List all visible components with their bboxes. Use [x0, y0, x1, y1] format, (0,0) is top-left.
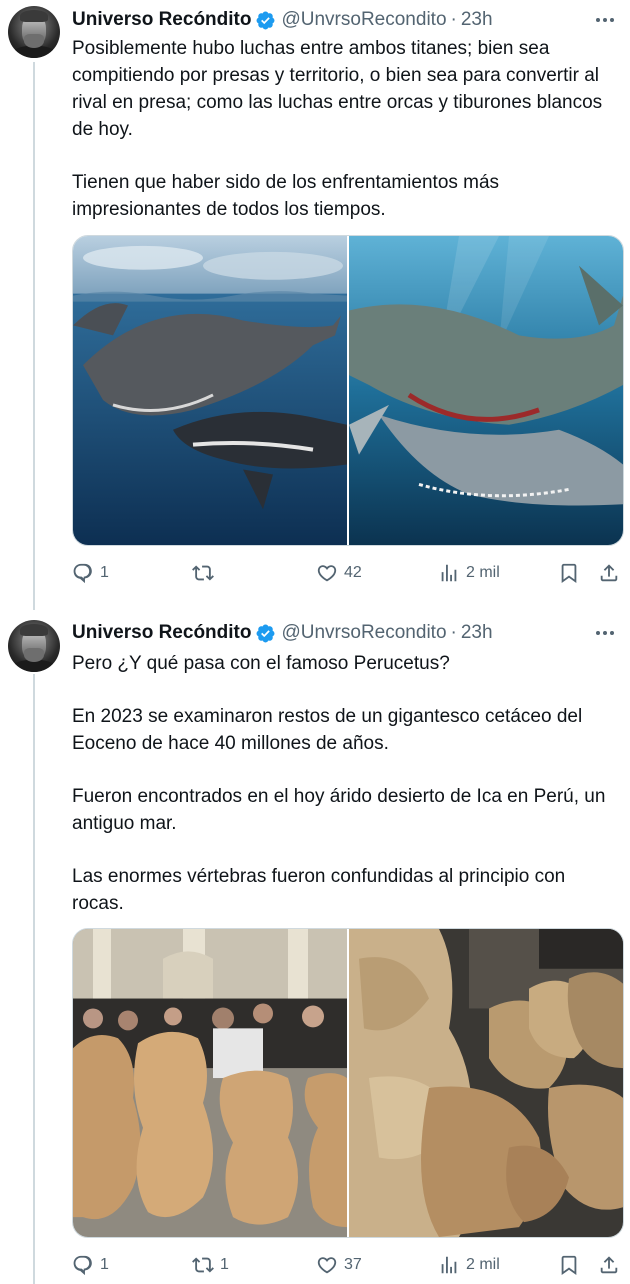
tweet[interactable]: Universo Recóndito @UnvrsoRecondito · 23… — [0, 0, 630, 612]
retweet-icon — [192, 1257, 214, 1273]
views-icon — [441, 1256, 457, 1274]
verified-badge-icon — [257, 11, 275, 29]
retweet-button[interactable] — [192, 562, 220, 584]
separator-dot: · — [450, 9, 457, 30]
tweet-text: Pero ¿Y qué pasa con el famoso Perucetus… — [72, 650, 622, 917]
avatar[interactable] — [8, 620, 60, 672]
avatar[interactable] — [8, 6, 60, 58]
views-icon — [441, 564, 457, 582]
tweet-actions: 1 1 37 2 mil — [72, 1254, 624, 1282]
tweet-header: Universo Recóndito @UnvrsoRecondito · 23… — [72, 8, 493, 32]
views-button[interactable]: 2 mil — [438, 1254, 500, 1276]
share-button[interactable] — [598, 562, 620, 584]
media-image-fossil-press[interactable] — [73, 929, 347, 1237]
tweet-paragraph: Pero ¿Y qué pasa con el famoso Perucetus… — [72, 653, 450, 674]
bookmark-icon — [561, 1255, 577, 1276]
media-image-shark[interactable] — [349, 236, 623, 545]
views-button[interactable]: 2 mil — [438, 562, 500, 584]
media-image-vertebrae[interactable] — [349, 929, 623, 1237]
author-handle[interactable]: @UnvrsoRecondito — [281, 9, 446, 31]
separator-dot: · — [450, 622, 457, 643]
tweet-text: Posiblemente hubo luchas entre ambos tit… — [72, 35, 622, 223]
views-count: 2 mil — [466, 564, 500, 581]
like-icon — [317, 565, 337, 582]
tweet-header: Universo Recóndito @UnvrsoRecondito · 23… — [72, 621, 493, 645]
reply-icon — [73, 563, 92, 584]
tweet-paragraph: Las enormes vértebras fueron confundidas… — [72, 866, 566, 914]
tweet-actions: 1 42 2 mil — [72, 562, 624, 590]
bookmark-button[interactable] — [558, 1254, 580, 1276]
share-button[interactable] — [598, 1254, 620, 1276]
verified-badge-icon — [257, 624, 275, 642]
author-handle[interactable]: @UnvrsoRecondito — [281, 622, 446, 644]
like-count: 37 — [344, 1256, 362, 1273]
retweet-count: 1 — [220, 1256, 229, 1273]
tweet-paragraph: Fueron encontrados en el hoy árido desie… — [72, 786, 606, 834]
media-image-whales[interactable] — [73, 236, 347, 545]
like-count: 42 — [344, 564, 362, 581]
retweet-icon — [192, 565, 214, 581]
reply-button[interactable]: 1 — [72, 1254, 109, 1276]
tweet-paragraph: En 2023 se examinaron restos de un gigan… — [72, 706, 583, 754]
like-button[interactable]: 37 — [316, 1254, 362, 1276]
timestamp[interactable]: 23h — [461, 9, 493, 31]
author-name[interactable]: Universo Recóndito — [72, 9, 251, 31]
retweet-button[interactable]: 1 — [192, 1254, 229, 1276]
timestamp[interactable]: 23h — [461, 622, 493, 644]
media-grid — [72, 235, 624, 546]
tweet[interactable]: Universo Recóndito @UnvrsoRecondito · 23… — [0, 612, 630, 1284]
like-icon — [317, 1257, 337, 1274]
author-name[interactable]: Universo Recóndito — [72, 622, 251, 644]
reply-count: 1 — [100, 564, 109, 581]
media-grid — [72, 928, 624, 1238]
reply-count: 1 — [100, 1256, 109, 1273]
more-icon[interactable] — [592, 621, 618, 645]
share-icon — [600, 564, 618, 582]
bookmark-icon — [561, 563, 577, 584]
reply-icon — [73, 1255, 92, 1276]
views-count: 2 mil — [466, 1256, 500, 1273]
more-icon[interactable] — [592, 8, 618, 32]
reply-button[interactable]: 1 — [72, 562, 109, 584]
share-icon — [600, 1256, 618, 1274]
tweet-paragraph: Posiblemente hubo luchas entre ambos tit… — [72, 38, 603, 140]
bookmark-button[interactable] — [558, 562, 580, 584]
tweet-paragraph: Tienen que haber sido de los enfrentamie… — [72, 172, 500, 220]
like-button[interactable]: 42 — [316, 562, 362, 584]
